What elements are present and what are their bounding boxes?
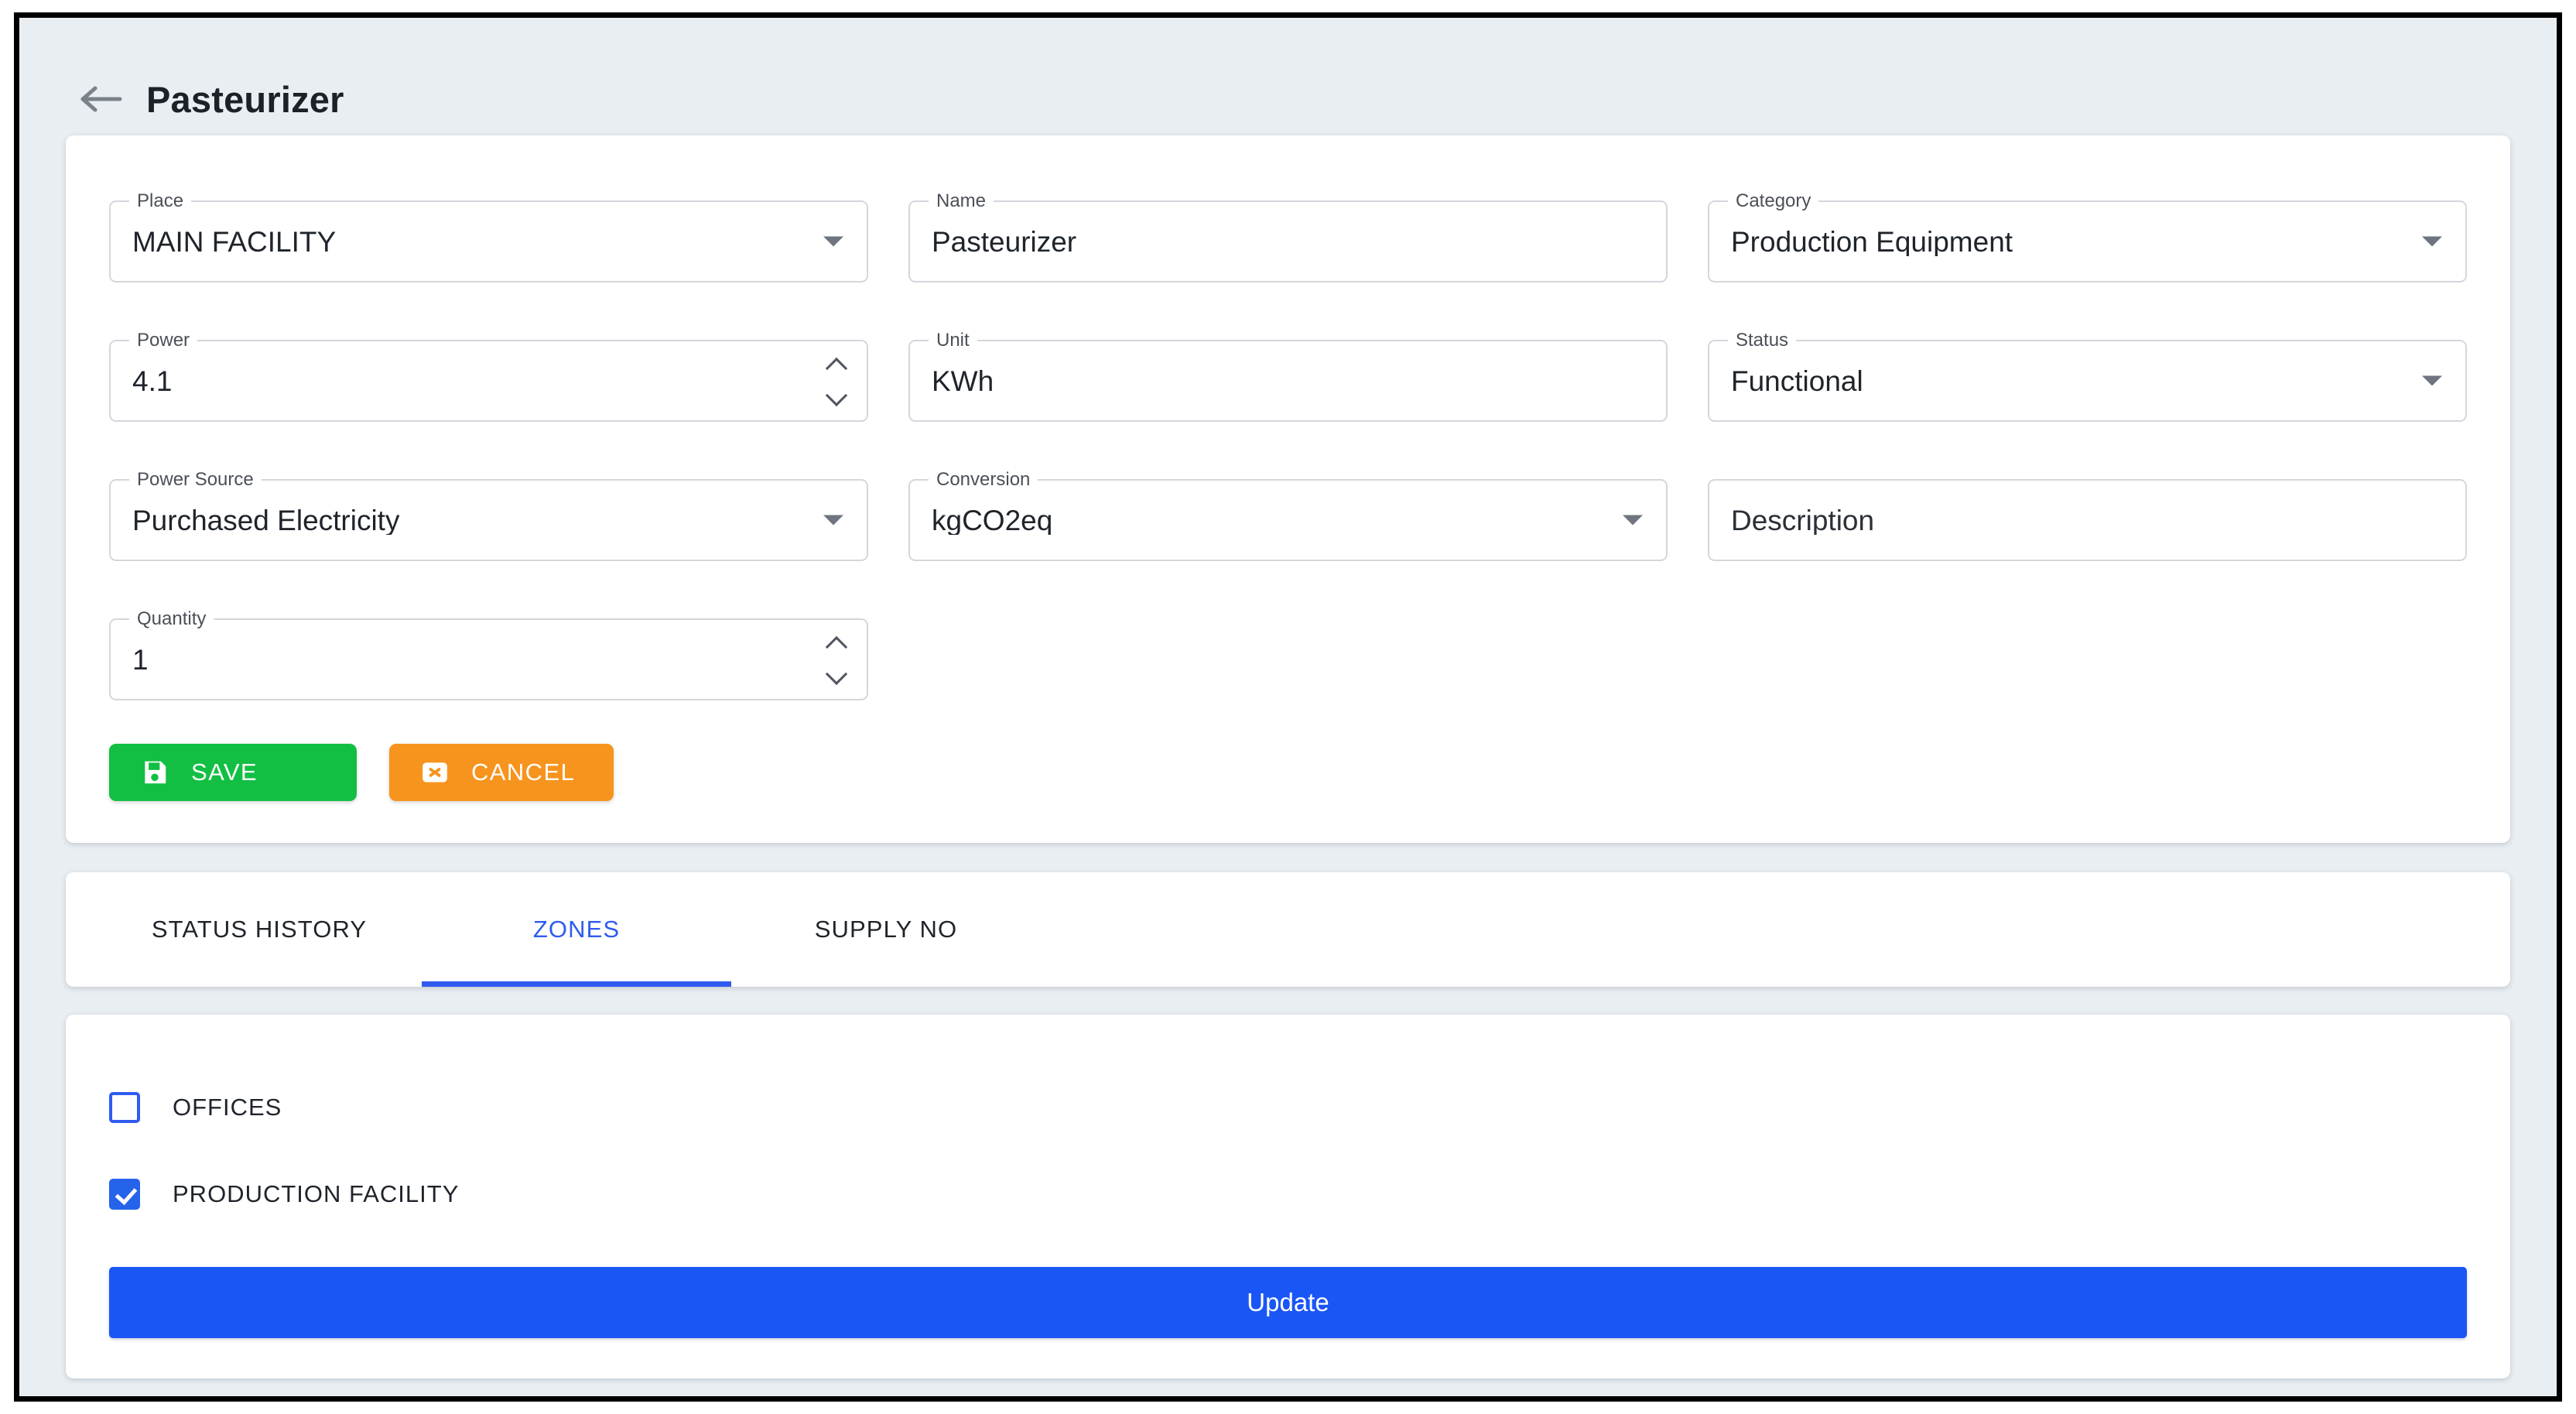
save-disk-icon	[140, 758, 169, 787]
chevron-down-icon[interactable]	[1623, 515, 1643, 526]
tab-label: ZONES	[532, 916, 621, 943]
tab-label: STATUS HISTORY	[151, 916, 368, 943]
zone-row-offices[interactable]: OFFICES	[109, 1064, 2467, 1151]
stepper-down-icon[interactable]	[826, 669, 847, 681]
checkbox-offices[interactable]	[109, 1092, 140, 1123]
quantity-input[interactable]: Quantity 1	[109, 608, 868, 700]
field-label: Category	[1728, 190, 1819, 212]
zones-panel: OFFICES PRODUCTION FACILITY Update	[66, 1015, 2510, 1378]
form-actions: SAVE CANCEL	[109, 744, 2467, 801]
field-value: KWh	[932, 366, 994, 395]
app-window: Pasteurizer Place MAIN FACILITY Name Pas…	[14, 12, 2562, 1402]
power-input[interactable]: Power 4.1	[109, 330, 868, 422]
zone-label: OFFICES	[173, 1094, 282, 1121]
zone-row-production-facility[interactable]: PRODUCTION FACILITY	[109, 1151, 2467, 1238]
field-power: Power 4.1	[109, 318, 868, 457]
field-label: Status	[1728, 330, 1797, 351]
stepper-up-icon[interactable]	[826, 359, 847, 371]
tab-supply-no[interactable]: SUPPLY NO	[731, 872, 1041, 987]
tab-zones[interactable]: ZONES	[422, 872, 731, 987]
field-value: Functional	[1731, 366, 1863, 395]
chevron-down-icon[interactable]	[823, 515, 843, 526]
field-label: Conversion	[929, 469, 1038, 491]
chevron-down-icon[interactable]	[2422, 236, 2442, 247]
cancel-button[interactable]: CANCEL	[389, 744, 614, 801]
stepper-down-icon[interactable]	[826, 391, 847, 402]
field-power-source: Power Source Purchased Electricity	[109, 457, 868, 597]
cancel-x-icon	[420, 758, 450, 787]
zone-label: PRODUCTION FACILITY	[173, 1180, 460, 1207]
field-category: Category Production Equipment	[1708, 179, 2467, 318]
field-conversion: Conversion kgCO2eq	[908, 457, 1668, 597]
tab-label: SUPPLY NO	[814, 916, 958, 943]
field-value: Description	[1731, 505, 1875, 535]
field-value: MAIN FACILITY	[132, 227, 337, 256]
description-input[interactable]: Description	[1708, 479, 2467, 561]
field-description: Description	[1708, 457, 2467, 597]
field-value: 4.1	[132, 366, 173, 395]
arrow-left-icon[interactable]	[80, 84, 123, 115]
field-value: Production Equipment	[1731, 227, 2013, 256]
stepper-up-icon[interactable]	[826, 638, 847, 649]
field-unit: Unit KWh	[908, 318, 1668, 457]
page-title: Pasteurizer	[146, 78, 344, 120]
chevron-down-icon[interactable]	[2422, 375, 2442, 386]
field-label: Unit	[929, 330, 977, 351]
equipment-form-card: Place MAIN FACILITY Name Pasteurizer Cat…	[66, 135, 2510, 843]
cancel-button-label: CANCEL	[471, 758, 576, 786]
category-select[interactable]: Category Production Equipment	[1708, 190, 2467, 282]
chevron-down-icon[interactable]	[823, 236, 843, 247]
conversion-select[interactable]: Conversion kgCO2eq	[908, 469, 1668, 561]
field-label: Power Source	[129, 469, 262, 491]
field-value: kgCO2eq	[932, 505, 1053, 535]
field-label: Place	[129, 190, 192, 212]
field-place: Place MAIN FACILITY	[109, 179, 868, 318]
field-name: Name Pasteurizer	[908, 179, 1668, 318]
field-value: Purchased Electricity	[132, 505, 400, 535]
form-grid: Place MAIN FACILITY Name Pasteurizer Cat…	[109, 179, 2467, 736]
power-source-select[interactable]: Power Source Purchased Electricity	[109, 469, 868, 561]
power-stepper[interactable]	[826, 359, 847, 402]
page-header: Pasteurizer	[19, 18, 2557, 135]
field-quantity: Quantity 1	[109, 597, 868, 736]
field-label: Power	[129, 330, 198, 351]
save-button[interactable]: SAVE	[109, 744, 357, 801]
tab-status-history[interactable]: STATUS HISTORY	[97, 872, 422, 987]
status-select[interactable]: Status Functional	[1708, 330, 2467, 422]
field-label: Quantity	[129, 608, 214, 630]
save-button-label: SAVE	[191, 758, 258, 786]
detail-tabs: STATUS HISTORY ZONES SUPPLY NO	[66, 872, 2510, 987]
unit-input[interactable]: Unit KWh	[908, 330, 1668, 422]
field-label: Name	[929, 190, 994, 212]
field-value: 1	[132, 645, 149, 674]
place-select[interactable]: Place MAIN FACILITY	[109, 190, 868, 282]
quantity-stepper[interactable]	[826, 638, 847, 681]
update-button[interactable]: Update	[109, 1267, 2467, 1338]
name-input[interactable]: Name Pasteurizer	[908, 190, 1668, 282]
field-status: Status Functional	[1708, 318, 2467, 457]
field-value: Pasteurizer	[932, 227, 1077, 256]
checkbox-production-facility[interactable]	[109, 1179, 140, 1210]
